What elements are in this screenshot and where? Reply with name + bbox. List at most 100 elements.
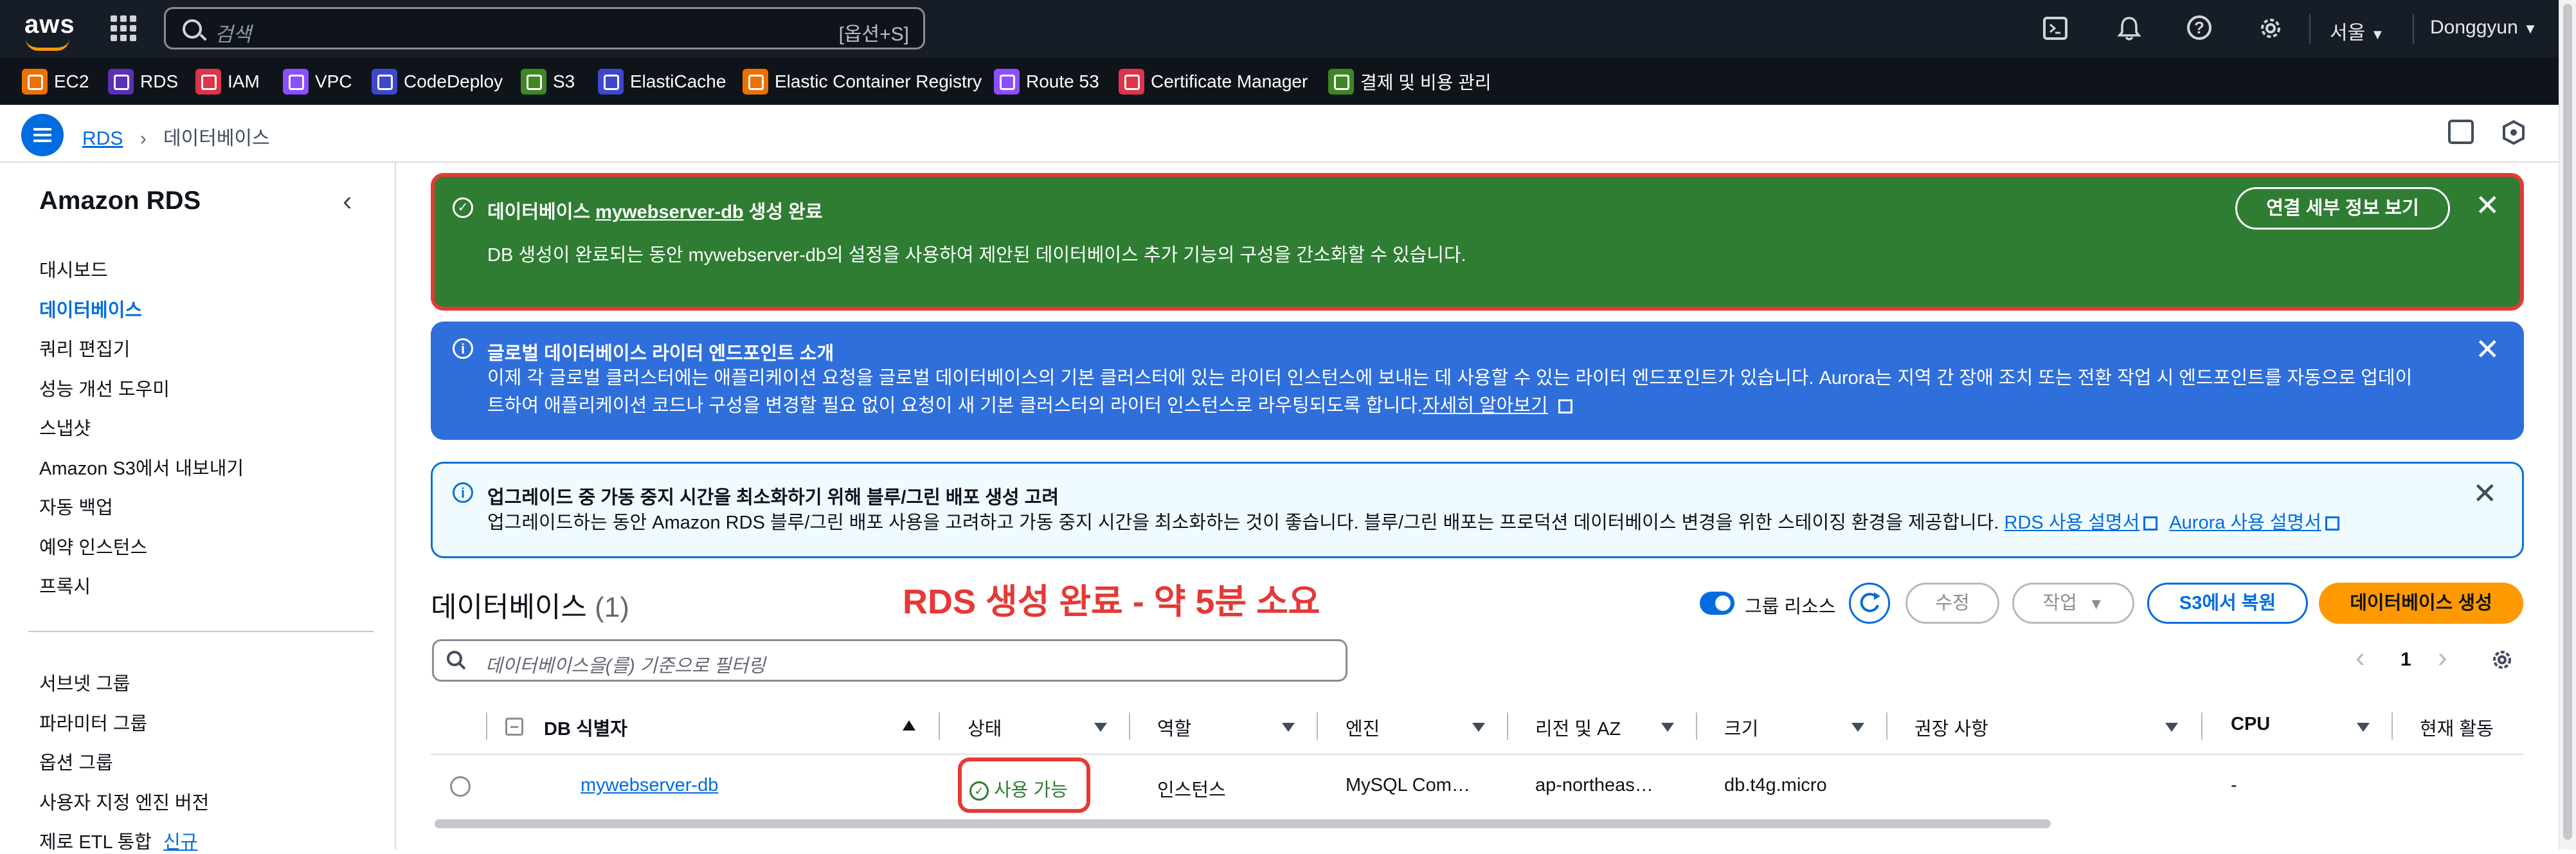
page-number[interactable]: 1 (2400, 649, 2411, 671)
column-header-region[interactable]: 리전 및 AZ (1535, 714, 1621, 741)
sidebar-item-label: 제로 ETL 통합 (39, 832, 152, 853)
favorite-service-iam[interactable]: IAM (195, 66, 260, 98)
sidebar-item2-2[interactable]: 옵션 그룹 (39, 748, 113, 775)
sidebar-item2-0[interactable]: 서브넷 그룹 (39, 669, 130, 696)
aurora-guide-link[interactable]: Aurora 사용 설명서 (2169, 513, 2321, 533)
sort-icon (1851, 723, 1864, 732)
service-icon (195, 69, 221, 95)
table-settings-icon[interactable] (2489, 647, 2515, 673)
success-title-prefix: 데이터베이스 (487, 202, 591, 223)
sort-icon (1094, 723, 1107, 732)
sidebar-item-2[interactable]: 쿼리 편집기 (39, 334, 130, 361)
create-database-button[interactable]: 데이터베이스 생성 (2319, 583, 2523, 624)
modify-button[interactable]: 수정 (1905, 583, 1999, 624)
search-input[interactable]: 검색 [옵션+S] (164, 7, 925, 50)
close-icon[interactable]: ✕ (2475, 188, 2500, 223)
success-db-link[interactable]: mywebserver-db (595, 202, 744, 223)
sidebar-item-4[interactable]: 스냅샷 (39, 413, 91, 441)
caret-down-icon: ▼ (2523, 21, 2537, 37)
favorite-service-route-53[interactable]: Route 53 (994, 66, 1099, 98)
actions-button[interactable]: 작업 ▼ (2012, 583, 2134, 624)
favorite-service-elastic-container-registry[interactable]: Elastic Container Registry (743, 66, 982, 98)
service-label: VPC (315, 71, 352, 91)
breadcrumb-rds-link[interactable]: RDS (82, 128, 123, 149)
column-divider (1696, 713, 1697, 740)
favorite-service-codedeploy[interactable]: CodeDeploy (372, 66, 503, 98)
sidebar-item-8[interactable]: 프록시 (39, 572, 91, 599)
menu-toggle-button[interactable] (21, 114, 64, 156)
region-selector[interactable]: 서울 ▼ (2330, 17, 2384, 45)
favorite-service--[interactable]: 결제 및 비용 관리 (1328, 66, 1491, 98)
horizontal-scrollbar[interactable] (435, 819, 2051, 828)
service-label: EC2 (54, 71, 89, 91)
favorite-service-elasticache[interactable]: ElastiCache (598, 66, 726, 98)
row-radio[interactable] (450, 776, 471, 797)
preferences-icon[interactable] (2501, 120, 2526, 145)
status-text: 사용 가능 (994, 780, 1068, 801)
success-title-suffix: 생성 완료 (748, 202, 823, 223)
sidebar-item2-1[interactable]: 파라미터 그룹 (39, 709, 147, 736)
caret-down-icon: ▼ (2370, 26, 2385, 42)
external-link-icon (2143, 516, 2158, 531)
page-scrollbar[interactable] (2559, 0, 2576, 849)
column-header-activity[interactable]: 현재 활동 (2420, 714, 2494, 741)
bell-icon[interactable] (2115, 14, 2143, 42)
help-icon[interactable]: ? (2187, 15, 2211, 40)
close-icon[interactable]: ✕ (2472, 476, 2498, 511)
aws-logo[interactable]: aws (24, 10, 75, 51)
group-resources-toggle[interactable] (1700, 592, 1734, 615)
sort-icon (1661, 723, 1674, 732)
view-connection-details-button[interactable]: 연결 세부 정보 보기 (2235, 187, 2450, 230)
group-resources-label: 그룹 리소스 (1745, 597, 1836, 617)
divider (2309, 14, 2310, 44)
sidebar-item-5[interactable]: Amazon S3에서 내보내기 (39, 453, 244, 480)
column-divider (486, 713, 487, 740)
sidebar-item-6[interactable]: 자동 백업 (39, 493, 113, 520)
table-row[interactable] (431, 756, 2524, 820)
restore-from-s3-button[interactable]: S3에서 복원 (2147, 583, 2308, 624)
column-header-role[interactable]: 역할 (1157, 714, 1191, 741)
service-icon (22, 69, 48, 95)
sidebar-item-1[interactable]: 데이터베이스 (39, 295, 142, 322)
sidebar-item2-4[interactable]: 제로 ETL 통합 신규 (39, 827, 197, 854)
filter-input[interactable]: 데이터베이스을(를) 기준으로 필터링 (432, 639, 1347, 682)
service-icon (283, 69, 309, 95)
close-icon[interactable]: ✕ (2475, 332, 2500, 367)
service-icon (521, 69, 546, 95)
sidebar-item-0[interactable]: 대시보드 (39, 255, 108, 282)
favorite-service-vpc[interactable]: VPC (283, 66, 352, 98)
refresh-button[interactable] (1849, 583, 1890, 624)
favorite-service-s3[interactable]: S3 (521, 66, 575, 98)
collapse-sidebar-icon[interactable]: ‹ (343, 185, 352, 217)
sort-icon (1472, 723, 1485, 732)
sidebar-item-3[interactable]: 성능 개선 도우미 (39, 374, 170, 401)
column-header-engine[interactable]: 엔진 (1346, 714, 1380, 741)
sidebar-item-7[interactable]: 예약 인스턴스 (39, 532, 147, 559)
services-menu-icon[interactable] (111, 15, 136, 41)
column-header-cpu[interactable]: CPU (2231, 714, 2270, 735)
column-header-size[interactable]: 크기 (1724, 714, 1758, 741)
account-menu[interactable]: Donggyun ▼ (2430, 17, 2537, 39)
chevron-right-icon: › (140, 128, 147, 149)
settings-icon[interactable] (2256, 14, 2285, 42)
column-header-db-id[interactable]: DB 식별자 (544, 714, 627, 741)
favorite-service-ec2[interactable]: EC2 (22, 66, 89, 98)
region-cell: ap-northeas… (1535, 775, 1653, 795)
sidebar-item2-3[interactable]: 사용자 지정 엔진 버전 (39, 788, 209, 815)
learn-more-link[interactable]: 자세히 알아보기 (1423, 395, 1548, 416)
column-header-status[interactable]: 상태 (968, 714, 1002, 741)
rds-guide-link[interactable]: RDS 사용 설명서 (2004, 513, 2140, 533)
prev-page-icon[interactable]: ‹ (2355, 642, 2365, 674)
sidebar-item-label: 옵션 그룹 (39, 753, 113, 774)
favorite-service-rds[interactable]: RDS (108, 66, 178, 98)
info1-body-line2: 트하여 애플리케이션 코드나 구성을 변경할 필요 없이 요청이 새 기본 클러… (487, 391, 1572, 421)
favorite-service-certificate-manager[interactable]: Certificate Manager (1119, 66, 1308, 98)
column-header-recommendations[interactable]: 권장 사항 (1914, 714, 1988, 741)
cloudshell-icon[interactable] (2043, 17, 2067, 40)
success-check-icon: ✓ (453, 197, 473, 218)
db-identifier-link[interactable]: mywebserver-db (581, 775, 718, 796)
engine-cell: MySQL Com… (1346, 775, 1470, 795)
feedback-icon[interactable] (2448, 120, 2474, 144)
next-page-icon[interactable]: › (2438, 642, 2447, 674)
select-all-checkbox[interactable] (505, 718, 523, 736)
